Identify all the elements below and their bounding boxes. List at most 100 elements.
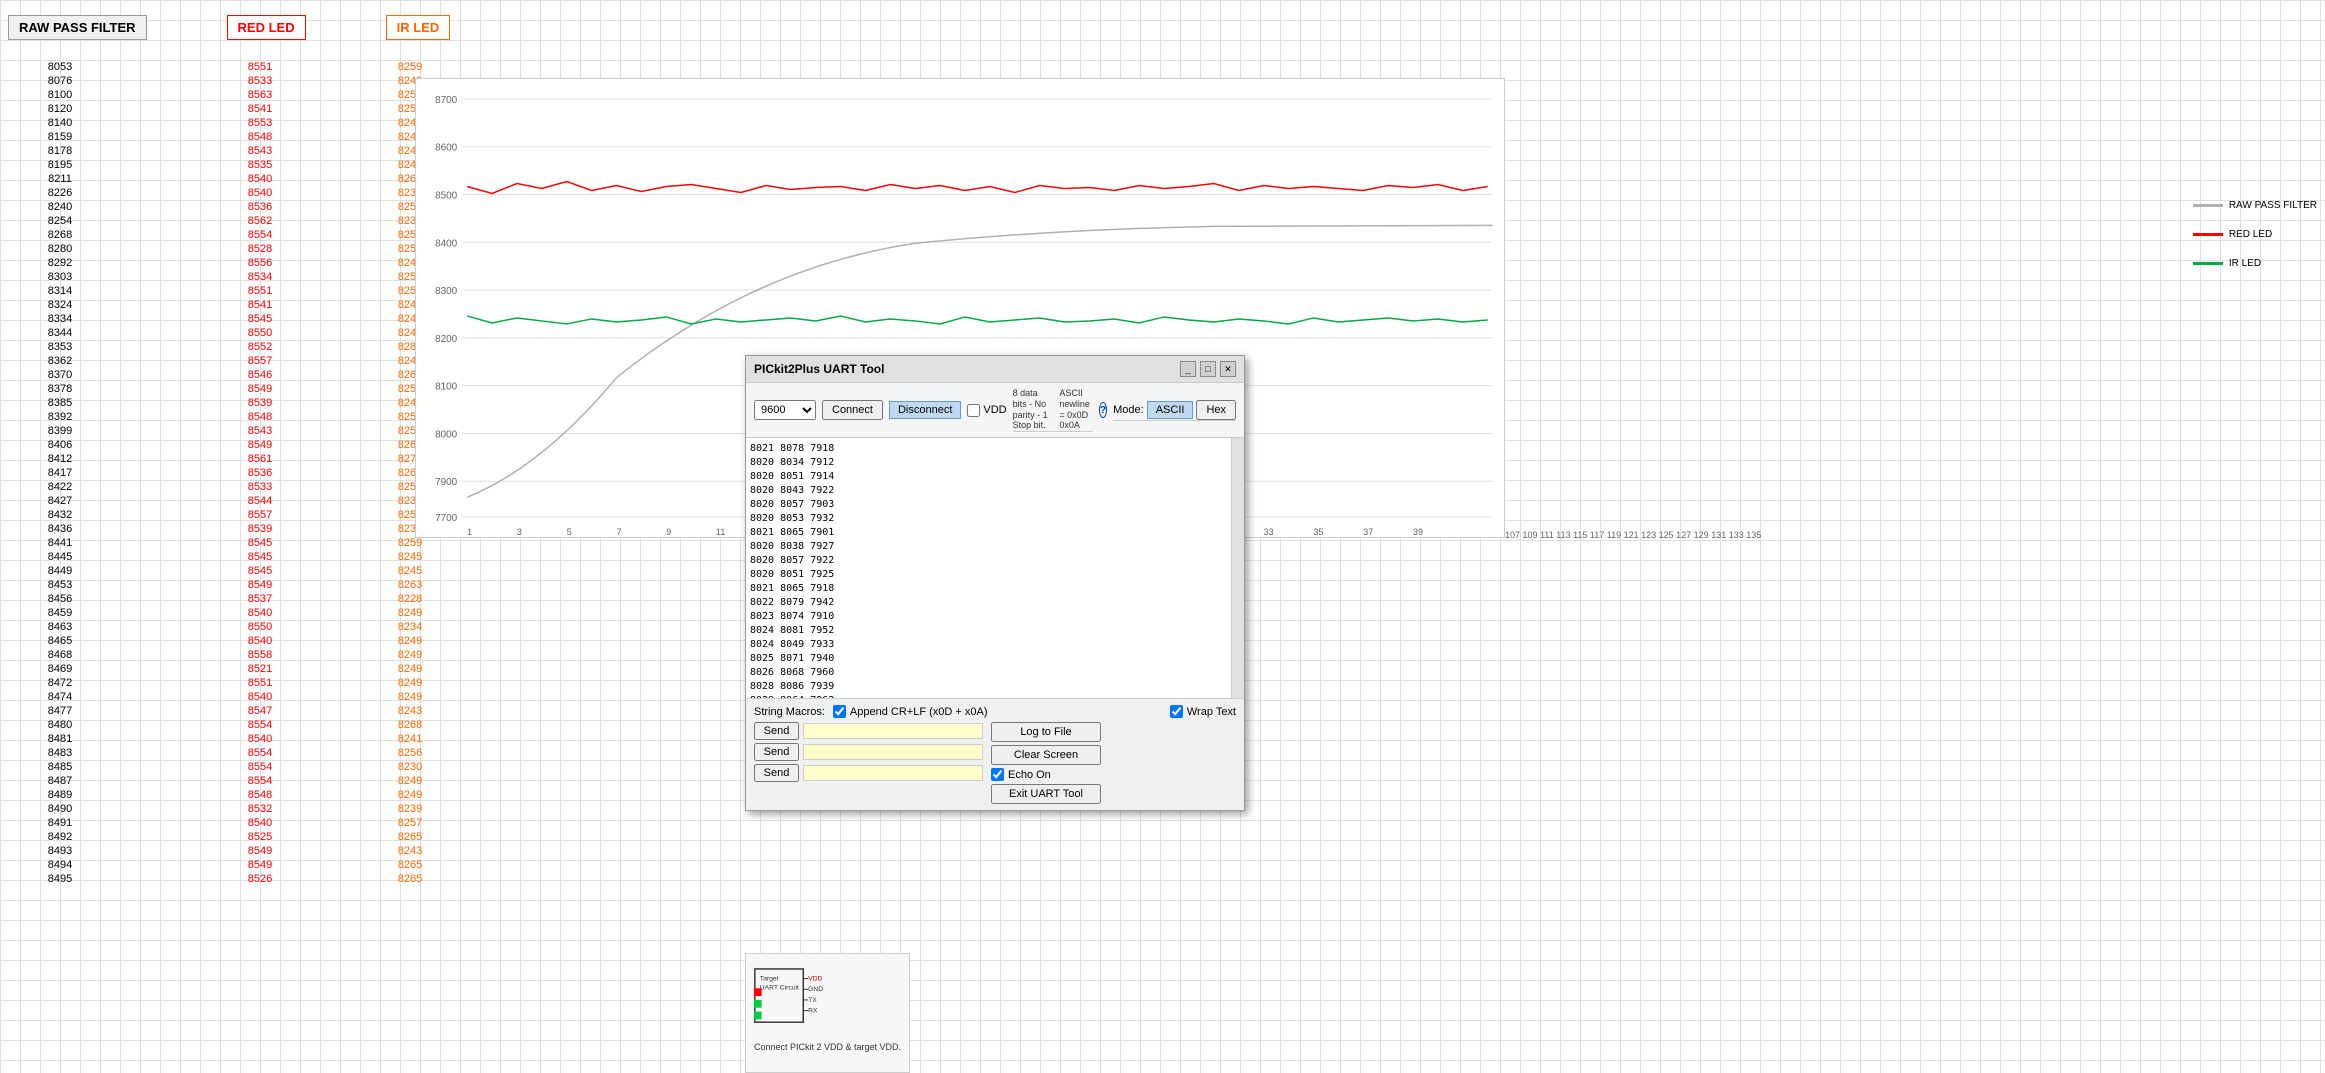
- uart-log[interactable]: 8021 8078 79188020 8034 79128020 8051 79…: [746, 438, 1232, 698]
- ascii-mode-button[interactable]: ASCII: [1147, 401, 1194, 419]
- ir-value: 8249: [354, 774, 466, 788]
- uart-dialog: PICkit2Plus UART Tool _ □ ✕ 9600 19200 3…: [745, 355, 1245, 811]
- red-value: 8554: [204, 228, 316, 242]
- echo-on-checkbox[interactable]: [991, 768, 1004, 781]
- raw-value: 8489: [4, 788, 116, 802]
- svg-text:7700: 7700: [435, 513, 458, 524]
- uart-scrollbar[interactable]: [1232, 438, 1244, 698]
- baud-rate-select[interactable]: 9600 19200 38400 57600 115200: [754, 400, 816, 420]
- ir-value: 8228: [354, 592, 466, 606]
- send-inputs: Send Send Send: [754, 722, 983, 804]
- log-to-file-button[interactable]: Log to File: [991, 722, 1101, 742]
- log-row: 8025 8071 7940: [750, 652, 1227, 666]
- ir-value: 8249: [354, 606, 466, 620]
- uart-window-controls: _ □ ✕: [1180, 361, 1236, 377]
- raw-col: 8053807681008120814081598178819582118226…: [0, 60, 120, 886]
- raw-value: 8472: [4, 676, 116, 690]
- log-row: 8023 8074 7910: [750, 610, 1227, 624]
- raw-value: 8483: [4, 746, 116, 760]
- red-value: 8533: [204, 480, 316, 494]
- legend-raw: RAW PASS FILTER: [2193, 200, 2317, 211]
- red-value: 8532: [204, 802, 316, 816]
- ir-value: 8259: [354, 60, 466, 74]
- legend-ir: IR LED: [2193, 258, 2317, 269]
- raw-value: 8226: [4, 186, 116, 200]
- raw-value: 8469: [4, 662, 116, 676]
- svg-text:7900: 7900: [435, 477, 458, 488]
- wrap-text-checkbox[interactable]: [1170, 705, 1183, 718]
- uart-titlebar: PICkit2Plus UART Tool _ □ ✕: [746, 356, 1244, 383]
- red-value: 8548: [204, 130, 316, 144]
- red-value: 8525: [204, 830, 316, 844]
- ir-value: 8265: [354, 830, 466, 844]
- raw-pass-filter-label: RAW PASS FILTER: [8, 15, 147, 40]
- red-value: 8535: [204, 158, 316, 172]
- red-value: 8540: [204, 186, 316, 200]
- svg-text:5: 5: [567, 527, 572, 537]
- raw-value: 8195: [4, 158, 116, 172]
- help-icon[interactable]: ?: [1099, 402, 1107, 418]
- red-col: 8551853385638541855385488543853585408540…: [200, 60, 320, 886]
- raw-value: 8353: [4, 340, 116, 354]
- red-value: 8540: [204, 816, 316, 830]
- clear-screen-button[interactable]: Clear Screen: [991, 745, 1101, 765]
- disconnect-button[interactable]: Disconnect: [889, 401, 961, 419]
- append-crlf-checkbox[interactable]: [833, 705, 846, 718]
- red-value: 8553: [204, 116, 316, 130]
- red-value: 8545: [204, 536, 316, 550]
- ir-value: 8234: [354, 620, 466, 634]
- send-row-2: Send: [754, 743, 983, 761]
- close-button[interactable]: ✕: [1220, 361, 1236, 377]
- svg-text:VDD: VDD: [808, 976, 822, 983]
- red-value: 8549: [204, 438, 316, 452]
- data-columns: 8053807681008120814081598178819582118226…: [0, 60, 470, 886]
- raw-value: 8480: [4, 718, 116, 732]
- send-input-3[interactable]: [803, 765, 983, 781]
- send-input-1[interactable]: [803, 723, 983, 739]
- red-value: 8540: [204, 690, 316, 704]
- red-value: 8533: [204, 74, 316, 88]
- log-row: 8020 8051 7925: [750, 568, 1227, 582]
- raw-value: 8076: [4, 74, 116, 88]
- raw-value: 8477: [4, 704, 116, 718]
- raw-value: 8481: [4, 732, 116, 746]
- send-button-3[interactable]: Send: [754, 764, 799, 782]
- log-row: 8020 8053 7932: [750, 512, 1227, 526]
- raw-value: 8324: [4, 298, 116, 312]
- raw-value: 8314: [4, 284, 116, 298]
- uart-title: PICkit2Plus UART Tool: [754, 362, 884, 376]
- exit-uart-button[interactable]: Exit UART Tool: [991, 784, 1101, 804]
- raw-value: 8485: [4, 760, 116, 774]
- raw-value: 8378: [4, 382, 116, 396]
- send-input-2[interactable]: [803, 744, 983, 760]
- red-value: 8561: [204, 452, 316, 466]
- raw-value: 8456: [4, 592, 116, 606]
- connect-button[interactable]: Connect: [822, 400, 883, 420]
- log-row: 8024 8049 7933: [750, 638, 1227, 652]
- circuit-area: Target UART Circuit VDD GND TX RX Connec…: [745, 953, 910, 1073]
- raw-value: 8178: [4, 144, 116, 158]
- raw-value: 8465: [4, 634, 116, 648]
- maximize-button[interactable]: □: [1200, 361, 1216, 377]
- svg-text:8300: 8300: [435, 286, 458, 297]
- hex-mode-button[interactable]: Hex: [1196, 400, 1236, 420]
- send-button-2[interactable]: Send: [754, 743, 799, 761]
- raw-value: 8436: [4, 522, 116, 536]
- svg-text:33: 33: [1264, 527, 1274, 537]
- svg-text:11: 11: [716, 527, 725, 537]
- red-value: 8539: [204, 396, 316, 410]
- red-value: 8540: [204, 634, 316, 648]
- svg-text:7: 7: [617, 527, 622, 537]
- red-value: 8526: [204, 872, 316, 886]
- send-button-1[interactable]: Send: [754, 722, 799, 740]
- svg-text:TX: TX: [808, 997, 817, 1004]
- red-value: 8557: [204, 354, 316, 368]
- minimize-button[interactable]: _: [1180, 361, 1196, 377]
- log-row: 8020 8057 7922: [750, 554, 1227, 568]
- raw-value: 8490: [4, 802, 116, 816]
- raw-value: 8406: [4, 438, 116, 452]
- vdd-checkbox[interactable]: [967, 404, 980, 417]
- ir-value: 8268: [354, 718, 466, 732]
- echo-on-label: Echo On: [1008, 769, 1051, 781]
- append-crlf-label: Append CR+LF (x0D + x0A): [850, 706, 988, 718]
